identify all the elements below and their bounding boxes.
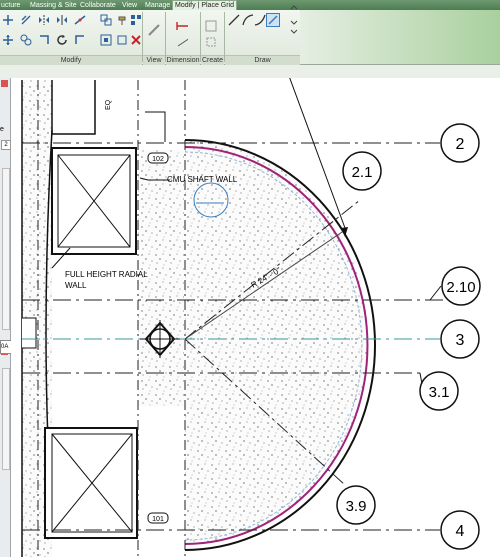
aligned-dimension-icon[interactable] [176, 20, 188, 32]
delete-icon[interactable] [130, 34, 142, 46]
ribbon-background-gradient [300, 10, 500, 64]
grid-bubble-2-1[interactable]: 2.1 [342, 151, 382, 191]
drawing-canvas[interactable]: 2 2.1 2.10 3 3.1 3.9 4 102 101 CMU SHAFT… [11, 78, 500, 557]
panel-label-dimension: Dimension [166, 55, 200, 65]
eq-dimension-label: EQ [105, 99, 112, 110]
grid-bubble-3-9[interactable]: 3.9 [336, 485, 376, 525]
tab-view[interactable]: View [122, 1, 137, 10]
upper-wall [51, 80, 96, 135]
properties-panel: e 2 0A [0, 78, 12, 557]
create-tool-icon[interactable] [205, 20, 217, 32]
unpin-icon[interactable] [116, 34, 128, 46]
scale-icon[interactable] [100, 34, 112, 46]
offset-icon[interactable] [20, 14, 32, 26]
split-icon[interactable] [74, 14, 86, 26]
rotate-icon[interactable] [56, 34, 68, 46]
create-tool-2-icon[interactable] [205, 36, 217, 48]
panel-label-draw: Draw [225, 55, 300, 65]
panel-label-view: View [143, 55, 165, 65]
draw-line-icon[interactable] [228, 14, 240, 26]
copy-icon[interactable] [100, 14, 112, 26]
note-full-height-radial-wall-2: WALL [65, 281, 87, 290]
tab-collaborate[interactable]: Collaborate [80, 1, 116, 10]
room-tag-101[interactable]: 101 [147, 512, 169, 524]
draw-gallery-scroll-icon[interactable] [288, 5, 300, 34]
bubble-elbow [429, 285, 442, 301]
door-opening [22, 317, 37, 349]
svg-text:3.1: 3.1 [429, 384, 450, 401]
svg-text:101: 101 [152, 516, 164, 523]
options-bar [0, 65, 500, 79]
trim-extend-icon[interactable] [38, 34, 50, 46]
align-icon[interactable] [2, 14, 14, 26]
copy-move-icon[interactable] [20, 34, 32, 46]
note-full-height-radial-wall: FULL HEIGHT RADIAL [65, 270, 148, 279]
array-icon[interactable] [130, 14, 142, 26]
room-tag-102[interactable]: 102 [147, 152, 169, 164]
trim-corner-icon[interactable] [74, 34, 86, 46]
grid-bubble-2[interactable]: 2 [440, 123, 480, 163]
radial-floor-fill [185, 140, 368, 544]
pick-lines-icon[interactable] [266, 13, 280, 27]
svg-text:2.10: 2.10 [446, 279, 475, 296]
panel-label-create: Create [201, 55, 224, 65]
property-field-label: e [0, 126, 4, 133]
move-icon[interactable] [2, 34, 14, 46]
elevator-shaft-upper [51, 147, 137, 255]
scrollbar[interactable] [2, 168, 10, 330]
dimension-secondary-icon[interactable] [176, 36, 188, 48]
grid-bubble-3-1[interactable]: 3.1 [419, 371, 459, 411]
draw-arc-center-icon[interactable] [254, 14, 266, 26]
note-cmu-shaft-wall: CMU SHAFT WALL [167, 175, 238, 184]
tab-manage[interactable]: Manage [145, 1, 170, 10]
svg-text:3: 3 [456, 332, 465, 349]
bubble-elbow [419, 372, 423, 385]
elevator-shaft-lower [44, 427, 138, 539]
grid-bubble-3[interactable]: 3 [440, 319, 480, 359]
grid-bubble-2-10[interactable]: 2.10 [441, 266, 481, 306]
grid-bubble-4[interactable]: 4 [440, 510, 480, 550]
tab-structure[interactable]: ucture [1, 1, 20, 10]
svg-text:3.9: 3.9 [346, 498, 367, 515]
door-swing [145, 111, 166, 142]
scrollbar[interactable] [2, 368, 10, 470]
svg-text:2.1: 2.1 [352, 164, 373, 181]
ribbon-tab-bar: ucture Massing & Site Collaborate View M… [0, 0, 500, 11]
svg-text:102: 102 [152, 156, 164, 163]
svg-text:4: 4 [456, 523, 465, 540]
pin-icon[interactable] [116, 14, 128, 26]
mirror-draw-icon[interactable] [56, 14, 68, 26]
view-tool-icon[interactable] [148, 24, 160, 36]
close-icon[interactable] [1, 80, 8, 87]
draw-arc-start-end-icon[interactable] [242, 14, 254, 26]
mirror-axis-icon[interactable] [38, 14, 50, 26]
svg-text:2: 2 [456, 136, 465, 153]
panel-label-modify: Modify [0, 55, 142, 65]
tab-massing-site[interactable]: Massing & Site [30, 1, 77, 10]
property-spinner[interactable]: 2 [1, 140, 11, 150]
